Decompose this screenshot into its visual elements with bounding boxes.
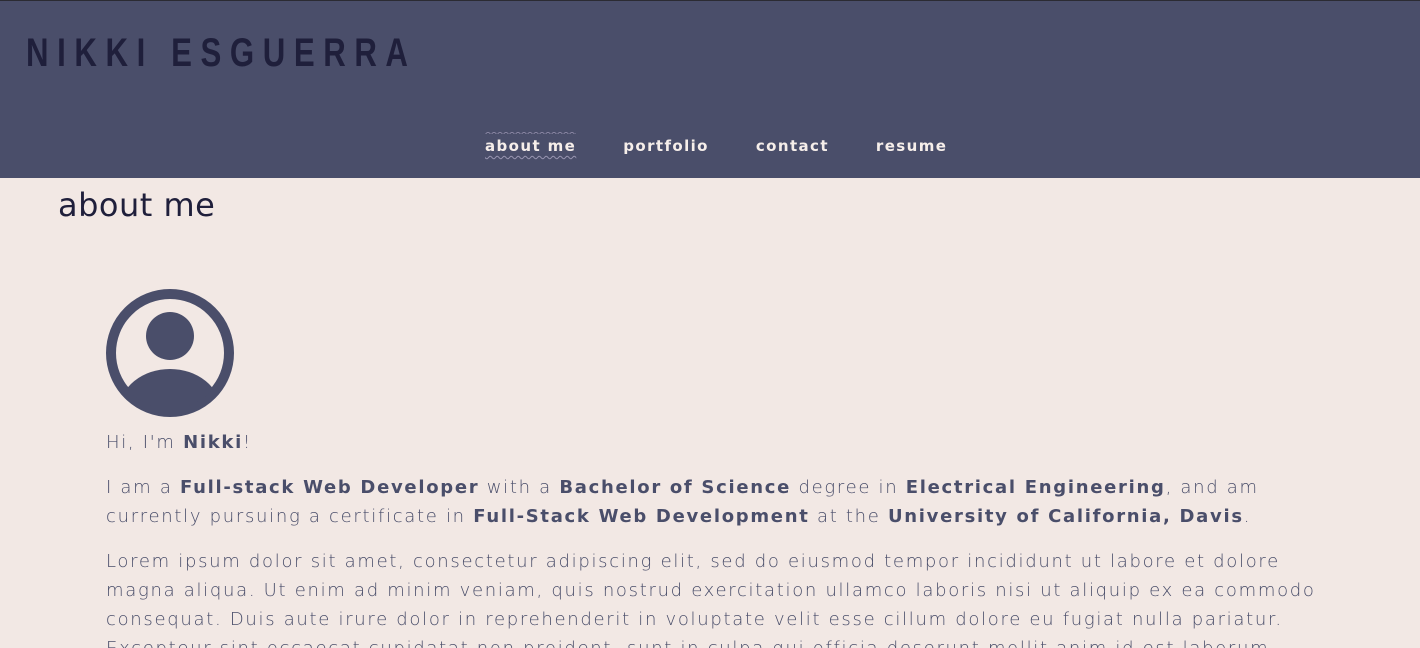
intro-certificate: Full-Stack Web Development — [473, 506, 810, 527]
greeting-prefix: Hi, I'm — [106, 432, 184, 453]
nav-item-resume[interactable]: resume — [876, 137, 947, 155]
intro-degree: Bachelor of Science — [559, 477, 792, 498]
intro-university: University of California, Davis — [887, 506, 1244, 527]
intro-text: . — [1243, 506, 1252, 527]
site-brand[interactable]: NIKKI ESGUERRA — [26, 31, 417, 76]
nav-item-portfolio[interactable]: portfolio — [623, 137, 709, 155]
site-header: NIKKI ESGUERRA about me portfolio contac… — [0, 1, 1420, 178]
intro-paragraph: I am a Full-stack Web Developer with a B… — [106, 473, 1316, 531]
nav-item-about-me[interactable]: about me — [485, 129, 577, 155]
intro-text: I am a — [106, 477, 180, 498]
lorem-paragraph: Lorem ipsum dolor sit amet, consectetur … — [106, 551, 1316, 648]
user-circle-icon — [106, 289, 234, 417]
intro-text: with a — [479, 477, 560, 498]
about-text: Hi, I'm Nikki! I am a Full-stack Web Dev… — [106, 428, 1316, 648]
main-nav: about me portfolio contact resume — [485, 129, 947, 155]
page-title: about me — [58, 186, 216, 224]
greeting-name: Nikki — [183, 432, 243, 453]
greeting-suffix: ! — [242, 432, 252, 453]
intro-role: Full-stack Web Developer — [179, 477, 480, 498]
intro-text: degree in — [791, 477, 906, 498]
greeting: Hi, I'm Nikki! — [106, 428, 1316, 457]
intro-major: Electrical Engineering — [905, 477, 1166, 498]
intro-text: at the — [809, 506, 888, 527]
nav-item-contact[interactable]: contact — [756, 137, 829, 155]
